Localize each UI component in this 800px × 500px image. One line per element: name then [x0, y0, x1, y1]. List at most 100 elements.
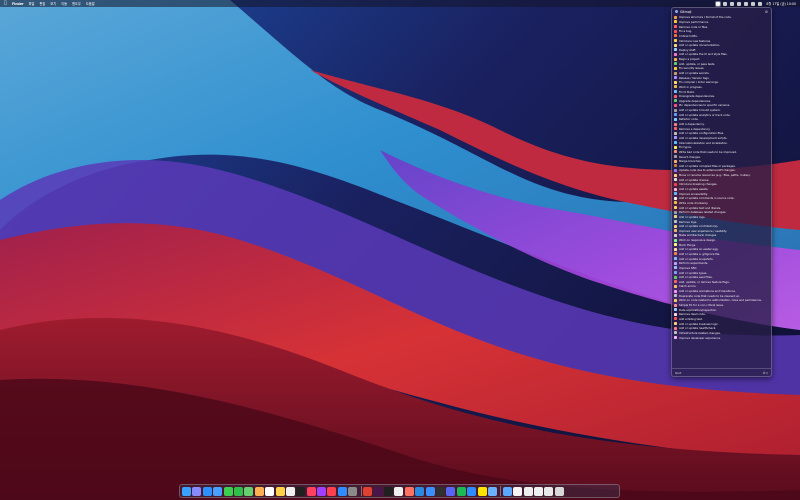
status-item-icon[interactable] — [737, 1, 742, 6]
status-item-icon[interactable] — [723, 1, 728, 6]
gear-icon[interactable]: ⚙ — [765, 10, 768, 14]
mail-icon[interactable] — [213, 486, 223, 496]
app-store-icon[interactable] — [337, 486, 347, 496]
gitmoji-item-label: Improve accessibility. — [679, 191, 708, 196]
app-menu[interactable]: Finder — [12, 2, 24, 6]
notion-icon[interactable] — [394, 486, 404, 496]
menu-go[interactable]: 이동 — [61, 1, 67, 6]
gitmoji-item-label: Add or update secrets. — [679, 71, 710, 75]
gitmoji-item-label: Add or update an easter egg. — [679, 247, 719, 252]
gitmoji-item-label: Fix compiler / linter warnings. — [679, 80, 719, 85]
search-icon[interactable] — [751, 1, 756, 6]
gitmoji-emoji-icon — [674, 150, 677, 154]
gitmoji-emoji-icon — [674, 80, 677, 84]
downloads-folder-icon[interactable] — [502, 486, 512, 496]
gitmoji-item-label: Merge branches. — [679, 159, 702, 164]
gitmoji-emoji-icon — [674, 57, 677, 61]
spotify-icon[interactable] — [456, 486, 466, 496]
document-thumbnail-icon[interactable] — [534, 486, 544, 496]
terminal-icon[interactable] — [384, 486, 394, 496]
document-thumbnail-icon[interactable] — [544, 486, 554, 496]
gitmoji-item-label: Remove logs. — [679, 219, 698, 224]
kakaotalk-icon[interactable] — [477, 486, 487, 496]
menu-clock[interactable]: 8월 17일 (금) 10:00 — [766, 1, 796, 6]
gitmoji-emoji-icon — [674, 168, 677, 172]
launchpad-icon[interactable] — [192, 486, 202, 496]
gitmoji-emoji-icon — [674, 39, 677, 43]
status-item-icon[interactable] — [730, 1, 735, 6]
gitmoji-emoji-icon — [674, 25, 677, 29]
gitmoji-item-label: Work in progress. — [679, 84, 703, 89]
preview-icon[interactable] — [487, 486, 497, 496]
gitmoji-emoji-icon — [674, 215, 677, 219]
discord-icon[interactable] — [446, 486, 456, 496]
gitmoji-item-label: Add or update types. — [679, 270, 708, 275]
gitmoji-item-label: Introduce breaking changes. — [679, 182, 718, 187]
gitmoji-item-label: Add a dependency. — [679, 122, 705, 127]
zoom-icon[interactable] — [467, 486, 477, 496]
reminders-icon[interactable] — [285, 486, 295, 496]
vscode-icon[interactable] — [415, 486, 425, 496]
gitmoji-item-label: Add or update healthcheck. — [679, 326, 717, 331]
gitmoji-emoji-icon — [674, 229, 677, 233]
finder-icon[interactable] — [182, 486, 191, 496]
tv-icon[interactable] — [296, 486, 306, 496]
gitmoji-menu-item[interactable]: Work on code related to authorization, r… — [674, 298, 769, 303]
gitmoji-menu-item[interactable]: Improve developer experience. — [674, 335, 769, 340]
calendar-icon[interactable] — [265, 486, 275, 496]
facetime-icon[interactable] — [233, 486, 243, 496]
gitmoji-status-icon[interactable] — [716, 1, 721, 6]
menu-file[interactable]: 파일 — [29, 1, 35, 6]
gitmoji-item-label: Remove dead code. — [679, 312, 706, 317]
gitmoji-item-label: Pin dependencies to specific versions. — [679, 103, 731, 108]
news-icon[interactable] — [327, 486, 337, 496]
gitmoji-item-label: Add or update text and literals. — [679, 205, 722, 210]
menu-edit[interactable]: 편집 — [39, 1, 45, 6]
gitmoji-item-label: Fix a bug. — [679, 29, 693, 34]
gitmoji-item-label: Add or update comments in source code. — [679, 196, 735, 201]
gitmoji-emoji-icon — [674, 289, 677, 293]
safari-icon[interactable] — [202, 486, 212, 496]
gitmoji-emoji-icon — [674, 103, 677, 107]
apple-logo-icon[interactable]:  — [4, 1, 9, 6]
messages-icon[interactable] — [223, 486, 233, 496]
gitmoji-emoji-icon — [674, 257, 677, 261]
gitmoji-item-label: Add, update, or remove feature flags. — [679, 279, 730, 284]
gitmoji-emoji-icon — [674, 131, 677, 135]
figma-icon[interactable] — [404, 486, 414, 496]
document-thumbnail-icon[interactable] — [513, 486, 523, 496]
menu-help[interactable]: 도움말 — [86, 1, 95, 6]
menu-view[interactable]: 보기 — [50, 1, 56, 6]
podcasts-icon[interactable] — [317, 486, 327, 496]
document-thumbnail-icon[interactable] — [523, 486, 533, 496]
xcode-icon[interactable] — [425, 486, 435, 496]
chrome-icon[interactable] — [363, 486, 373, 496]
gitmoji-item-label: Add a failing test. — [679, 316, 703, 321]
notes-icon[interactable] — [275, 486, 285, 496]
control-center-icon[interactable] — [758, 1, 763, 6]
gitmoji-emoji-icon — [674, 280, 677, 284]
music-icon[interactable] — [306, 486, 316, 496]
trash-icon[interactable] — [554, 486, 564, 496]
menu-window[interactable]: 윈도우 — [72, 1, 81, 6]
gitmoji-emoji-icon — [674, 117, 677, 121]
slack-icon[interactable] — [373, 486, 383, 496]
system-preferences-icon[interactable] — [348, 486, 358, 496]
wifi-icon[interactable] — [744, 1, 749, 6]
gitmoji-item-label: Add or update configuration files. — [679, 131, 725, 136]
gitmoji-emoji-icon — [674, 312, 677, 316]
gitmoji-emoji-icon — [674, 261, 677, 265]
gitmoji-item-label: Fix security issues. — [679, 66, 705, 71]
gitmoji-item-label: Improve SEO. — [679, 265, 698, 270]
photos-icon[interactable] — [254, 486, 264, 496]
gitmoji-emoji-icon — [674, 145, 677, 149]
gitmoji-emoji-icon — [674, 85, 677, 89]
maps-icon[interactable] — [244, 486, 254, 496]
quit-button[interactable]: Quit — [675, 371, 681, 375]
gitmoji-item-label: Add, update, or pass tests. — [679, 61, 716, 66]
github-icon[interactable] — [435, 486, 445, 496]
gitmoji-item-label: Add or update a .gitignore file. — [679, 251, 721, 256]
gitmoji-emoji-icon — [674, 331, 677, 335]
gitmoji-item-label: Improve structure / format of the code. — [679, 15, 732, 20]
gitmoji-emoji-icon — [674, 66, 677, 70]
